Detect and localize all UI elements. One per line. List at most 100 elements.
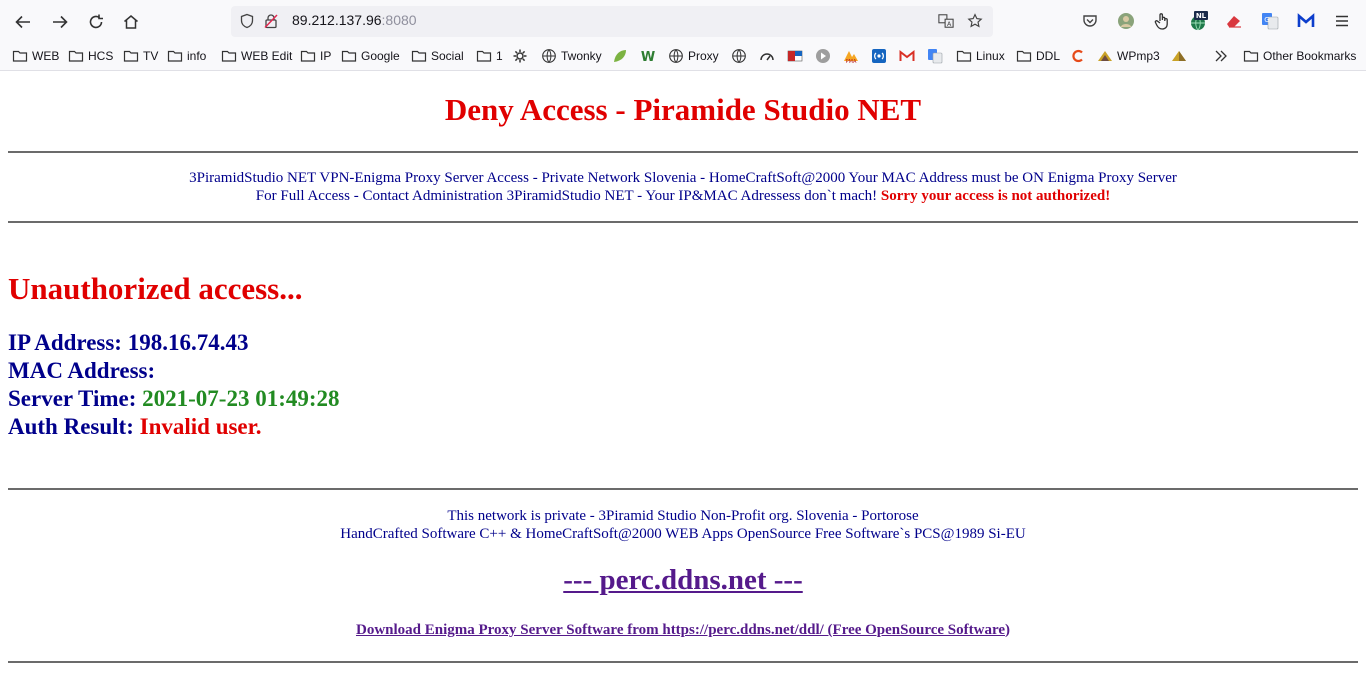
footer-text: This network is private - 3Piramid Studi… — [0, 507, 1366, 543]
bookmark-folder-google[interactable]: Google — [341, 47, 400, 65]
bookmark-folder-social[interactable]: Social — [411, 47, 464, 65]
bookmark-folder-info[interactable]: info — [167, 47, 206, 65]
insecure-lock-icon[interactable] — [263, 13, 279, 29]
arrow-right-icon — [53, 15, 68, 29]
bookmark-label: Proxy — [688, 49, 719, 63]
globe-icon — [541, 48, 557, 64]
home-button[interactable] — [119, 10, 143, 34]
gear-icon — [512, 48, 528, 64]
page-title: Deny Access - Piramide Studio NET — [444, 92, 922, 127]
bookmark-star-icon[interactable] — [967, 13, 983, 29]
folder-icon — [300, 48, 316, 64]
bookmark-leaf[interactable] — [612, 47, 632, 65]
unauthorized-heading: Unauthorized access... — [8, 271, 303, 306]
pyramid-icon — [1171, 48, 1187, 64]
flag-icon — [787, 48, 803, 64]
bookmark-flag[interactable] — [787, 47, 807, 65]
bookmark-label: WPmp3 — [1117, 49, 1160, 63]
gmail-icon — [899, 48, 915, 64]
download-link[interactable]: Download Enigma Proxy Server Software fr… — [356, 622, 1005, 638]
ip-address-value: 198.16.74.43 — [127, 330, 249, 355]
divider — [8, 151, 1358, 153]
forward-button[interactable] — [48, 10, 72, 34]
site-link[interactable]: --- perc.ddns.net --- — [563, 564, 803, 596]
bookmark-folder-other[interactable]: Other Bookmarks — [1243, 47, 1356, 65]
bookmark-folder-tv[interactable]: TV — [123, 47, 158, 65]
shield-icon[interactable] — [239, 13, 255, 29]
phpmyadmin-icon: PMA — [843, 48, 859, 64]
server-time-value: 2021-07-23 01:49:28 — [142, 386, 340, 411]
server-time-label: Server Time: — [8, 386, 137, 411]
eraser-icon[interactable] — [1224, 11, 1244, 31]
bookmark-globe[interactable] — [731, 47, 751, 65]
bookmark-wireless[interactable] — [871, 47, 891, 65]
ip-address-row: IP Address: 198.16.74.43 — [8, 330, 248, 356]
auth-result-label: Auth Result: — [8, 414, 134, 439]
auth-result-row: Auth Result: Invalid user. — [8, 414, 262, 440]
bookmark-w[interactable]: W — [640, 47, 660, 65]
globe-icon — [731, 48, 747, 64]
svg-text:W: W — [641, 50, 655, 64]
globe-icon — [668, 48, 684, 64]
c-logo-icon — [1070, 48, 1086, 64]
server-time-row: Server Time: 2021-07-23 01:49:28 — [8, 386, 340, 412]
folder-icon — [956, 48, 972, 64]
folder-icon — [167, 48, 183, 64]
bookmark-folder-ddl[interactable]: DDL — [1016, 47, 1060, 65]
download-close-paren: ) — [1005, 622, 1010, 638]
bookmark-label: HCS — [88, 49, 114, 63]
page-content: Deny Access - Piramide Studio NET 3Piram… — [0, 71, 1366, 697]
url-bar[interactable]: 89.212.137.96:8080 A — [231, 6, 993, 37]
google-translate-icon[interactable]: G — [1260, 11, 1280, 31]
bookmark-folder-web-edit[interactable]: WEB Edit — [221, 47, 292, 65]
folder-icon — [411, 48, 427, 64]
translate-icon[interactable]: A — [938, 13, 954, 29]
svg-text:PMA: PMA — [846, 59, 857, 64]
bookmark-play[interactable] — [815, 47, 835, 65]
browser-toolbar: 89.212.137.96:8080 A NL G — [0, 0, 1366, 42]
bookmark-label: Linux — [976, 49, 1005, 63]
bookmark-label: Other Bookmarks — [1263, 49, 1357, 63]
auth-result-value: Invalid user. — [139, 414, 262, 439]
reload-button[interactable] — [84, 10, 108, 34]
bookmark-settings[interactable] — [512, 47, 532, 65]
bookmark-folder-ip[interactable]: IP — [300, 47, 331, 65]
broadcast-icon — [871, 48, 887, 64]
bookmark-folder-1[interactable]: 1 — [476, 47, 503, 65]
bookmark-wpmp3[interactable]: WPmp3 — [1097, 47, 1160, 65]
bookmark-gmail[interactable] — [899, 47, 919, 65]
bookmark-pma[interactable]: PMA — [843, 47, 863, 65]
wp-icon — [1097, 48, 1113, 64]
bookmark-proxy[interactable]: Proxy — [668, 47, 719, 65]
malwarebytes-icon[interactable] — [1296, 11, 1316, 31]
bookmark-folder-hcs[interactable]: HCS — [68, 47, 113, 65]
bookmark-speed[interactable] — [759, 47, 779, 65]
menu-icon[interactable] — [1332, 11, 1352, 31]
url-text[interactable]: 89.212.137.96:8080 — [292, 12, 417, 28]
speedometer-icon — [759, 48, 775, 64]
info-line-2-text: For Full Access - Contact Administration… — [255, 188, 878, 204]
bookmark-label: DDL — [1036, 49, 1061, 63]
folder-icon — [123, 48, 139, 64]
pocket-icon[interactable] — [1080, 11, 1100, 31]
bookmark-folder-linux[interactable]: Linux — [956, 47, 1005, 65]
vpn-globe-icon[interactable]: NL — [1188, 11, 1208, 31]
hand-pointer-icon[interactable] — [1152, 11, 1172, 31]
svg-text:A: A — [947, 21, 952, 28]
bookmark-label: WEB Edit — [241, 49, 293, 63]
ip-address-label: IP Address: — [8, 330, 122, 355]
bookmark-label: WEB — [32, 49, 60, 63]
mac-address-label: MAC Address: — [8, 358, 156, 383]
divider — [8, 488, 1358, 490]
bookmarks-overflow-button[interactable] — [1213, 47, 1233, 65]
bookmark-twonky[interactable]: Twonky — [541, 47, 602, 65]
bookmark-c[interactable] — [1070, 47, 1090, 65]
bookmark-folder-web[interactable]: WEB — [12, 47, 59, 65]
bookmark-pyramid[interactable] — [1171, 47, 1191, 65]
account-avatar-icon[interactable] — [1116, 11, 1136, 31]
mac-address-row: MAC Address: — [8, 358, 155, 384]
play-icon — [815, 48, 831, 64]
back-button[interactable] — [11, 10, 35, 34]
url-host: 89.212.137.96 — [292, 12, 382, 28]
bookmark-translate[interactable] — [927, 47, 947, 65]
